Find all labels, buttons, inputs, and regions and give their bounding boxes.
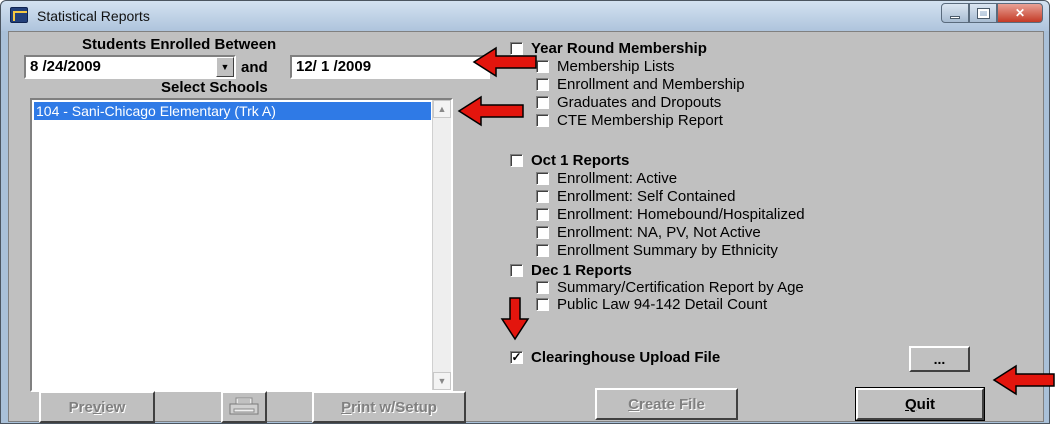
checkbox-label: Year Round Membership — [531, 40, 707, 57]
end-date-value: 12/ 1 /2009 — [296, 58, 372, 75]
end-date-picker[interactable]: 12/ 1 /2009 — [290, 55, 490, 79]
checkbox-box[interactable] — [536, 114, 549, 127]
checkbox-box[interactable] — [536, 78, 549, 91]
close-icon: ✕ — [1014, 6, 1026, 20]
checkbox-label: Enrollment and Membership — [557, 76, 745, 93]
year-round-membership-checkbox[interactable]: Year Round Membership — [510, 40, 707, 57]
button-label: rint w/Setup — [351, 398, 437, 416]
minimize-button[interactable] — [941, 3, 969, 23]
checkbox-label: Dec 1 Reports — [531, 262, 632, 279]
checkbox-label: Graduates and Dropouts — [557, 94, 722, 111]
start-date-value: 8 /24/2009 — [30, 58, 101, 75]
up-arrow-icon: ▲ — [437, 104, 447, 114]
button-accel-key: P — [341, 398, 352, 416]
down-arrow-icon: ▼ — [437, 376, 447, 386]
window-controls: ✕ — [941, 3, 1043, 23]
annotation-arrow-down-icon — [500, 297, 530, 341]
button-accel-key: C — [628, 395, 639, 413]
button-label: reate File — [638, 395, 705, 413]
enrollment-self-contained-checkbox[interactable]: Enrollment: Self Contained — [536, 188, 735, 205]
print-button[interactable] — [221, 391, 267, 423]
window-title: Statistical Reports — [37, 8, 150, 24]
browse-file-button[interactable]: ... — [909, 346, 970, 372]
close-button[interactable]: ✕ — [997, 3, 1043, 23]
enrollment-and-membership-checkbox[interactable]: Enrollment and Membership — [536, 76, 745, 93]
quit-button[interactable]: Quit — [855, 387, 985, 421]
maximize-icon — [976, 7, 990, 19]
checkbox-label: Oct 1 Reports — [531, 152, 630, 169]
start-date-dropdown-button[interactable]: ▼ — [216, 57, 234, 77]
checkbox-label: Enrollment: Active — [557, 170, 678, 187]
checkbox-label: Enrollment: Homebound/Hospitalized — [557, 206, 805, 223]
schools-listbox[interactable]: 104 - Sani-Chicago Elementary (Trk A) ▲ … — [30, 98, 453, 392]
checkbox-box[interactable]: ✓ — [510, 351, 523, 364]
dialog-body: Students Enrolled Between 8 /24/2009 ▼ a… — [8, 31, 1044, 423]
checkbox-box[interactable] — [510, 264, 523, 277]
enrollment-na-pv-not-active-checkbox[interactable]: Enrollment: NA, PV, Not Active — [536, 224, 761, 241]
checkbox-box[interactable] — [536, 172, 549, 185]
dec1-reports-checkbox[interactable]: Dec 1 Reports — [510, 262, 632, 279]
annotation-arrow-left-icon — [457, 95, 524, 127]
oct1-reports-checkbox[interactable]: Oct 1 Reports — [510, 152, 629, 169]
checkbox-label: Enrollment: Self Contained — [557, 188, 736, 205]
summary-certification-checkbox[interactable]: Summary/Certification Report by Age — [536, 279, 804, 296]
maximize-button[interactable] — [969, 3, 997, 23]
select-schools-heading: Select Schools — [161, 79, 268, 96]
create-file-button[interactable]: Create File — [595, 388, 738, 420]
checkbox-box[interactable] — [536, 244, 549, 257]
schools-scrollbar[interactable]: ▲ ▼ — [432, 100, 451, 390]
clearinghouse-upload-checkbox[interactable]: ✓ Clearinghouse Upload File — [510, 349, 720, 366]
minimize-icon — [950, 15, 960, 19]
checkbox-label: Enrollment: NA, PV, Not Active — [557, 224, 761, 241]
enrolled-between-heading: Students Enrolled Between — [82, 36, 277, 53]
checkbox-label: Membership Lists — [557, 58, 675, 75]
checkbox-box[interactable] — [510, 154, 523, 167]
print-with-setup-button[interactable]: Print w/Setup — [312, 391, 466, 423]
checkbox-label: CTE Membership Report — [557, 112, 723, 129]
checkbox-box[interactable] — [536, 190, 549, 203]
button-label: Pre — [68, 398, 93, 416]
checkbox-box[interactable] — [536, 226, 549, 239]
button-label: iew — [101, 398, 126, 416]
printer-icon — [229, 397, 259, 415]
enrollment-active-checkbox[interactable]: Enrollment: Active — [536, 170, 677, 187]
title-bar[interactable]: Statistical Reports ✕ — [1, 1, 1049, 31]
annotation-arrow-left-icon — [992, 364, 1055, 396]
scroll-down-button[interactable]: ▼ — [433, 372, 451, 390]
checkbox-label: Clearinghouse Upload File — [531, 349, 721, 366]
button-label: uit — [916, 395, 935, 413]
annotation-arrow-left-icon — [472, 46, 537, 78]
checkbox-box[interactable] — [536, 298, 549, 311]
checkbox-label: Summary/Certification Report by Age — [557, 279, 804, 296]
graduates-and-dropouts-checkbox[interactable]: Graduates and Dropouts — [536, 94, 721, 111]
checkbox-box[interactable] — [536, 281, 549, 294]
and-label: and — [241, 59, 268, 76]
enrollment-homebound-checkbox[interactable]: Enrollment: Homebound/Hospitalized — [536, 206, 805, 223]
list-item-school[interactable]: 104 - Sani-Chicago Elementary (Trk A) — [34, 102, 431, 120]
button-accel-key: v — [92, 398, 102, 416]
preview-button[interactable]: Pre v iew — [39, 391, 155, 423]
start-date-picker[interactable]: 8 /24/2009 ▼ — [24, 55, 236, 79]
checkbox-box[interactable] — [536, 208, 549, 221]
public-law-detail-count-checkbox[interactable]: Public Law 94-142 Detail Count — [536, 296, 767, 313]
cte-membership-report-checkbox[interactable]: CTE Membership Report — [536, 112, 723, 129]
scroll-up-button[interactable]: ▲ — [433, 100, 451, 118]
checkbox-label: Public Law 94-142 Detail Count — [557, 296, 768, 313]
app-icon — [10, 7, 28, 23]
checkbox-label: Enrollment Summary by Ethnicity — [557, 242, 778, 259]
enrollment-summary-ethnicity-checkbox[interactable]: Enrollment Summary by Ethnicity — [536, 242, 778, 259]
membership-lists-checkbox[interactable]: Membership Lists — [536, 58, 675, 75]
checkbox-box[interactable] — [536, 96, 549, 109]
button-accel-key: Q — [905, 395, 917, 413]
